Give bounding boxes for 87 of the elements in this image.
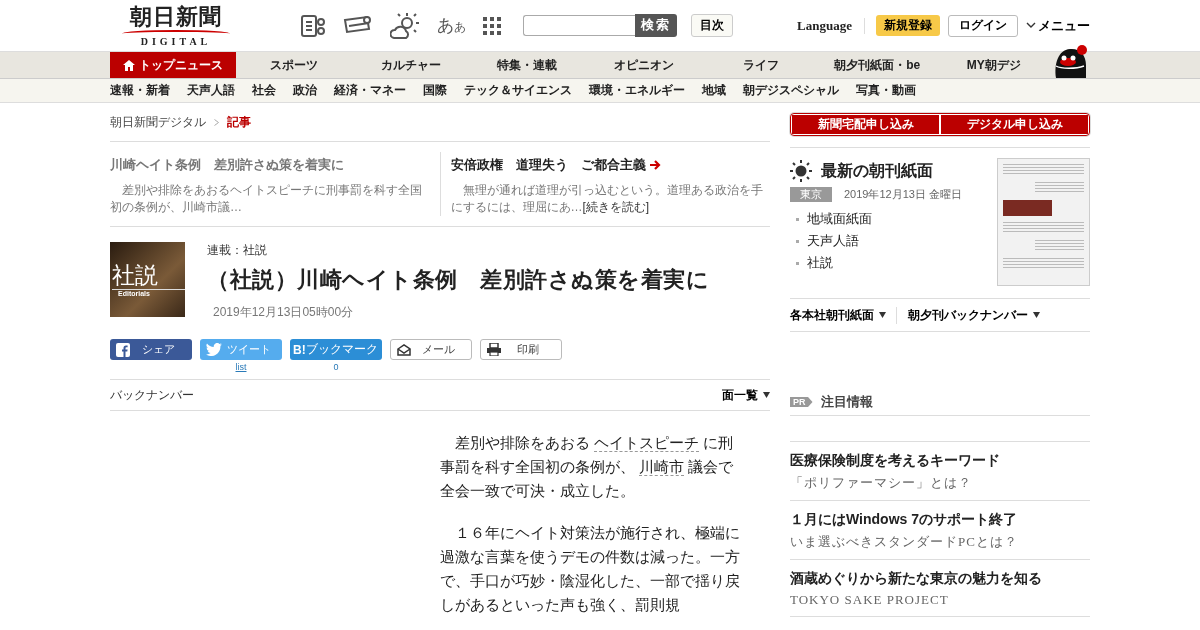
promo-title[interactable]: 医療保険制度を考えるキーワード: [790, 452, 1090, 470]
caret-down-icon: [1033, 312, 1040, 318]
menu-button[interactable]: メニュー: [1026, 16, 1090, 35]
promo-subtitle[interactable]: 「ポリファーマシー」とは？: [790, 474, 1090, 492]
subnav-link[interactable]: 社会: [252, 82, 276, 99]
sun-icon: [790, 160, 812, 182]
subnav-link[interactable]: 国際: [423, 82, 447, 99]
subnav-link[interactable]: 速報・新着: [110, 82, 170, 99]
keyword-link[interactable]: 川崎市: [639, 458, 685, 476]
language-link[interactable]: Language: [797, 17, 865, 34]
arrow-right-icon: [648, 159, 661, 171]
back-number-link[interactable]: バックナンバー: [110, 386, 194, 404]
print-share-button[interactable]: 印刷: [480, 339, 562, 360]
section-title: 注目情報: [820, 393, 873, 411]
mail-share-button[interactable]: メール: [390, 339, 472, 360]
teaser-summary: 無理が通れば道理が引っ込むという。道理ある政治を手にするには、理屈にあ…[続きを読む]: [450, 182, 764, 216]
dropdown-button[interactable]: 各本社朝刊紙面: [790, 306, 896, 324]
login-button[interactable]: ログイン: [948, 14, 1018, 37]
newspaper-thumbnail[interactable]: [997, 158, 1090, 286]
search-field[interactable]: [523, 14, 635, 36]
caret-down-icon: [879, 312, 886, 318]
site-logo[interactable]: 朝日新聞 DIGITAL: [116, 4, 236, 47]
subnav-link[interactable]: 朝デジスペシャル: [743, 82, 839, 99]
article-date: 2019年12月13日05時00分: [213, 304, 355, 321]
bird-icon: [206, 343, 222, 356]
region-tag: 東京: [790, 187, 832, 202]
subnav-link[interactable]: 環境・エネルギー: [589, 82, 685, 99]
article-paragraph: １６年にヘイト対策法が施行され、極端に過激な言葉を使うデモの件数は減った。一方で、手口が巧妙・陰湿化した、一部で揺り戻しがあるといった声も強く、罰則規: [440, 523, 740, 615]
nav-tab[interactable]: トップニュース: [110, 52, 236, 78]
promo-title[interactable]: 酒蔵めぐりから新たな東京の魅力を知る: [790, 570, 1090, 588]
teaser-title[interactable]: 安倍政権 道理失う ご都合主義: [450, 156, 661, 174]
pr-tag: PR: [790, 397, 813, 407]
read-more-link[interactable]: [続きを読む]: [582, 200, 650, 214]
printer-icon: [487, 343, 501, 356]
teaser-title[interactable]: 川崎ヘイト条例 差別許さぬ策を着実に: [110, 156, 344, 174]
nav-tab[interactable]: カルチャー: [352, 52, 470, 78]
breadcrumb-link[interactable]: 朝日新聞デジタル: [110, 113, 206, 131]
teaser-summary: 差別や排除をあおるヘイトスピーチに刑事罰を科す全国初の条例が、川崎市議…: [110, 182, 423, 216]
subscribe-button[interactable]: デジタル申し込み: [939, 115, 1088, 134]
paper-link[interactable]: 社説: [807, 254, 833, 272]
nav-tab[interactable]: ライフ: [702, 52, 819, 78]
dropdown-button[interactable]: 朝夕刊バックナンバー: [896, 306, 1050, 324]
caret-down-icon: [763, 392, 770, 398]
keyword-link[interactable]: ヘイトスピーチ: [594, 434, 700, 452]
subnav-link[interactable]: 政治: [293, 82, 317, 99]
article-paragraph: 差別や排除をあおる ヘイトスピーチ に刑事罰を科す全国初の条例が、 川崎市 議会で全会一致で可決・成立した。: [440, 433, 735, 501]
weather-icon[interactable]: [390, 11, 420, 40]
promo-subtitle[interactable]: いま選ぶべきスタンダードPCとは？: [790, 533, 1090, 551]
share-count[interactable]: list: [235, 362, 247, 372]
nav-tab[interactable]: スポーツ: [236, 52, 353, 78]
nav-tab[interactable]: 朝夕刊紙面・be: [818, 52, 936, 78]
nav-tab[interactable]: MY朝デジ: [935, 52, 1053, 78]
subscribe-button[interactable]: 新聞宅配申し込み: [792, 115, 939, 134]
chevron-down-icon: [1026, 22, 1036, 29]
bullet-icon: [796, 239, 799, 243]
chevron-right-icon: [214, 118, 219, 126]
font-size-button[interactable]: ああ: [437, 14, 466, 37]
clipping-icon[interactable]: [300, 13, 326, 38]
paper-link[interactable]: 地域面紙面: [807, 210, 872, 228]
grid-menu-icon[interactable]: [483, 16, 501, 35]
bullet-icon: [796, 217, 799, 221]
subnav-link[interactable]: 写真・動画: [856, 82, 916, 99]
facebook-icon: [116, 342, 130, 357]
home-icon: [123, 59, 135, 71]
section-title: 最新の朝刊紙面: [821, 160, 933, 181]
page-list-dropdown[interactable]: 面一覧: [722, 386, 770, 404]
paper-date: 2019年12月13日 金曜日: [844, 187, 962, 202]
search-button[interactable]: 検索: [635, 13, 677, 37]
paper-link[interactable]: 天声人語: [807, 232, 859, 250]
hatena-share-button[interactable]: B!ブックマーク: [290, 339, 382, 360]
bullet-icon: [796, 261, 799, 265]
subnav-link[interactable]: 地域: [702, 82, 726, 99]
envelope-icon: [397, 343, 411, 356]
share-count[interactable]: 0: [333, 362, 339, 372]
breadcrumb-link[interactable]: 記事: [227, 113, 251, 131]
article-title: （社説）川崎ヘイト条例 差別許さぬ策を着実に: [207, 266, 709, 294]
series-label[interactable]: 連載：社説: [207, 242, 709, 259]
index-button[interactable]: 目次: [691, 14, 733, 37]
nav-tab[interactable]: 特集・連載: [469, 52, 586, 78]
promo-title[interactable]: １月にはWindows 7のサポート終了: [790, 511, 1090, 529]
subnav-link[interactable]: 天声人語: [187, 82, 235, 99]
promo-subtitle[interactable]: TOKYO SAKE PROJECT: [790, 592, 1090, 608]
subnav-link[interactable]: 経済・マネー: [334, 82, 406, 99]
nav-tab[interactable]: オピニオン: [585, 52, 703, 78]
facebook-share-button[interactable]: シェア: [110, 339, 192, 360]
register-button[interactable]: 新規登録: [876, 15, 940, 36]
subnav-link[interactable]: テック＆サイエンス: [464, 82, 572, 99]
